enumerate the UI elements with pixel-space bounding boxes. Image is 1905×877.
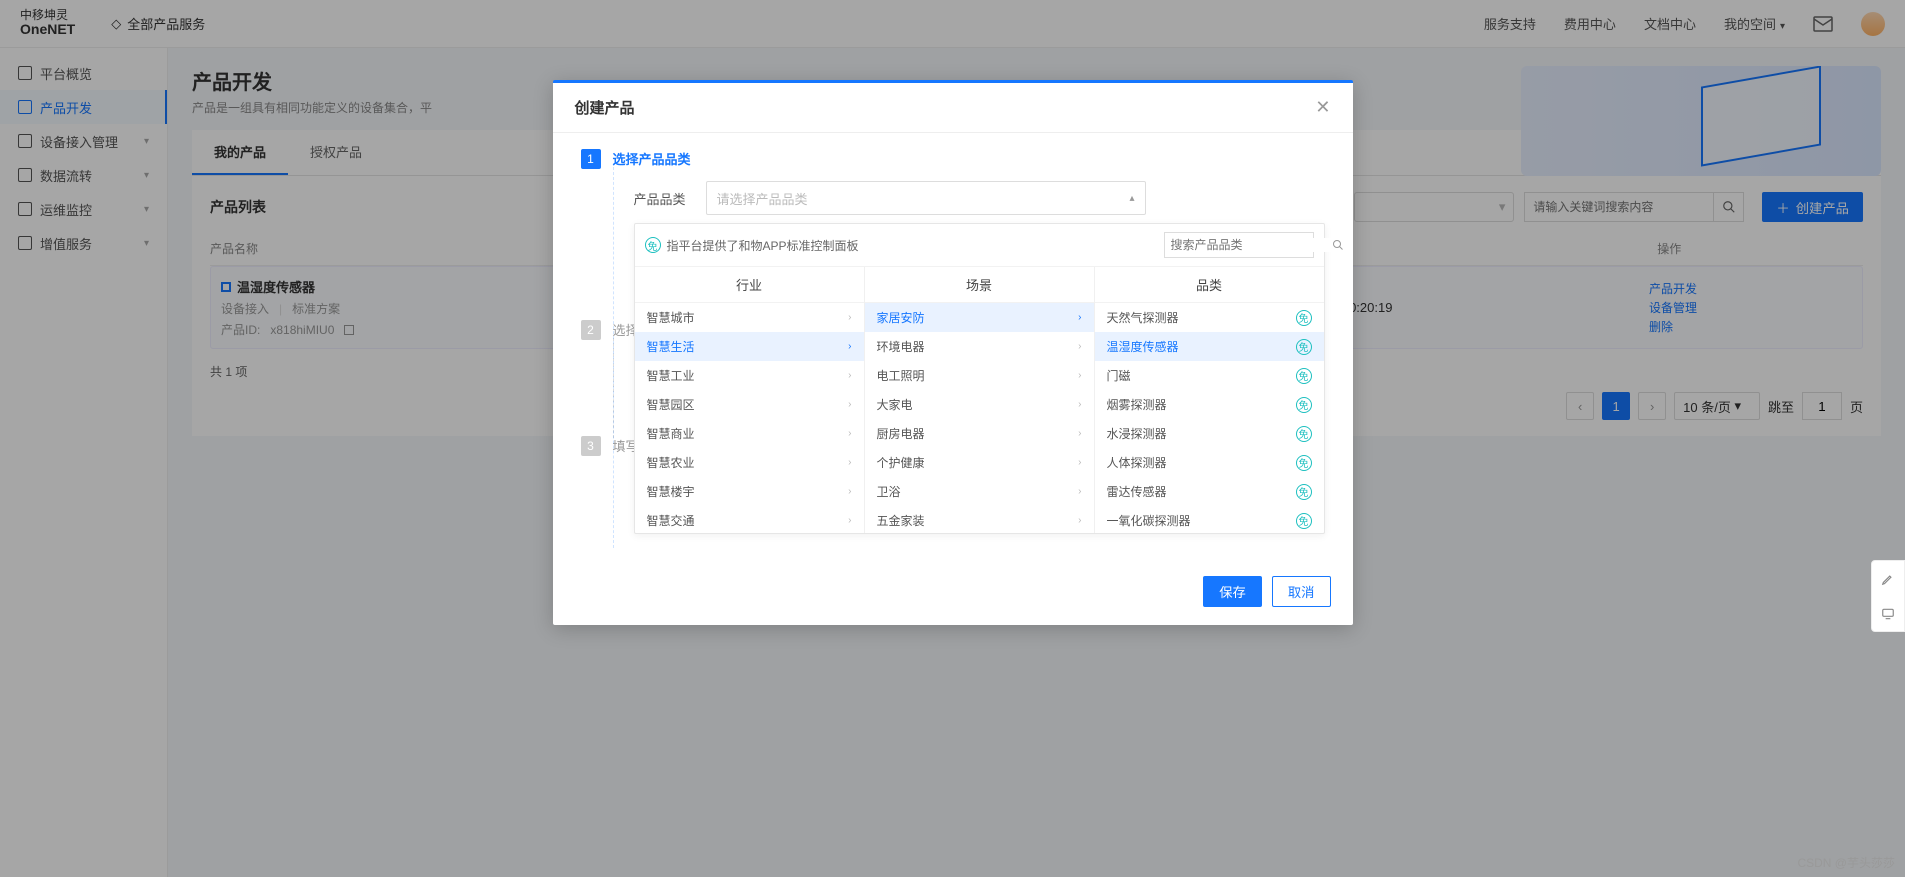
free-badge-icon: 免 bbox=[1296, 368, 1312, 384]
free-badge-icon: 免 bbox=[1296, 455, 1312, 471]
step-1-body: 产品品类 请选择产品品类 ▴ 免 指平台提供了和物APP标准控制面板 bbox=[613, 167, 1325, 548]
chevron-right-icon: › bbox=[1078, 457, 1081, 468]
free-badge-icon: 免 bbox=[1296, 513, 1312, 529]
col-head-scene: 场景 bbox=[865, 267, 1094, 303]
chevron-right-icon: › bbox=[848, 515, 851, 526]
caret-up-icon: ▴ bbox=[1129, 193, 1134, 204]
list-item[interactable]: 一氧化碳探测器免 bbox=[1095, 506, 1324, 533]
dropdown-search bbox=[1164, 232, 1314, 258]
list-item[interactable]: 智慧园区› bbox=[635, 390, 864, 419]
cancel-button[interactable]: 取消 bbox=[1272, 576, 1331, 607]
list-item[interactable]: 门磁免 bbox=[1095, 361, 1324, 390]
list-item[interactable]: 水浸探测器免 bbox=[1095, 419, 1324, 448]
dropdown-hint: 免 指平台提供了和物APP标准控制面板 bbox=[645, 237, 859, 254]
free-badge-icon: 免 bbox=[645, 237, 661, 253]
edit-icon[interactable] bbox=[1872, 561, 1904, 596]
list-item[interactable]: 烟雾探测器免 bbox=[1095, 390, 1324, 419]
col-head-industry: 行业 bbox=[635, 267, 864, 303]
category-select[interactable]: 请选择产品品类 ▴ bbox=[706, 181, 1146, 215]
step-1-badge: 1 bbox=[581, 149, 601, 169]
chevron-right-icon: › bbox=[1078, 515, 1081, 526]
list-item[interactable]: 大家电› bbox=[865, 390, 1094, 419]
dropdown-search-input[interactable] bbox=[1165, 238, 1332, 252]
list-item[interactable]: 智慧商业› bbox=[635, 419, 864, 448]
step-1: 1 选择产品品类 bbox=[581, 149, 1325, 169]
free-badge-icon: 免 bbox=[1296, 397, 1312, 413]
col-head-category: 品类 bbox=[1095, 267, 1324, 303]
free-badge-icon: 免 bbox=[1296, 310, 1312, 326]
chevron-right-icon: › bbox=[848, 486, 851, 497]
feedback-icon[interactable] bbox=[1872, 596, 1904, 631]
chevron-right-icon: › bbox=[1078, 428, 1081, 439]
modal-title: 创建产品 bbox=[575, 97, 635, 118]
list-item[interactable]: 智慧农业› bbox=[635, 448, 864, 477]
chevron-right-icon: › bbox=[1078, 341, 1081, 352]
search-icon[interactable] bbox=[1332, 239, 1344, 251]
list-item[interactable]: 家居安防› bbox=[865, 303, 1094, 332]
save-button[interactable]: 保存 bbox=[1203, 576, 1262, 607]
list-item[interactable]: 人体探测器免 bbox=[1095, 448, 1324, 477]
list-item[interactable]: 智慧工业› bbox=[635, 361, 864, 390]
industry-column: 行业 智慧城市›智慧生活›智慧工业›智慧园区›智慧商业›智慧农业›智慧楼宇›智慧… bbox=[635, 267, 865, 533]
select-placeholder: 请选择产品品类 bbox=[717, 189, 808, 208]
list-item[interactable]: 厨房电器› bbox=[865, 419, 1094, 448]
chevron-right-icon: › bbox=[848, 341, 851, 352]
list-item[interactable]: 智慧生活› bbox=[635, 332, 864, 361]
scene-column: 场景 家居安防›环境电器›电工照明›大家电›厨房电器›个护健康›卫浴›五金家装›… bbox=[865, 267, 1095, 533]
step-3-badge: 3 bbox=[581, 436, 601, 456]
create-product-modal: 创建产品 ✕ 1 选择产品品类 产品品类 请选择产品品类 ▴ 免 指平台提供了和… bbox=[553, 80, 1353, 625]
chevron-right-icon: › bbox=[1078, 370, 1081, 381]
chevron-right-icon: › bbox=[848, 457, 851, 468]
category-dropdown: 免 指平台提供了和物APP标准控制面板 行业 智慧城市›智慧生活›智慧工业›智慧… bbox=[634, 223, 1325, 534]
category-field-label: 产品品类 bbox=[634, 189, 694, 208]
free-badge-icon: 免 bbox=[1296, 339, 1312, 355]
step-1-label: 选择产品品类 bbox=[613, 149, 691, 169]
list-item[interactable]: 环境电器› bbox=[865, 332, 1094, 361]
chevron-right-icon: › bbox=[848, 428, 851, 439]
chevron-right-icon: › bbox=[1078, 312, 1081, 323]
watermark: CSDN @芋头莎莎 bbox=[1797, 854, 1895, 871]
chevron-right-icon: › bbox=[848, 312, 851, 323]
list-item[interactable]: 智慧楼宇› bbox=[635, 477, 864, 506]
free-badge-icon: 免 bbox=[1296, 484, 1312, 500]
list-item[interactable]: 雷达传感器免 bbox=[1095, 477, 1324, 506]
list-item[interactable]: 五金家装› bbox=[865, 506, 1094, 533]
free-badge-icon: 免 bbox=[1296, 426, 1312, 442]
category-column: 品类 天然气探测器免温湿度传感器免门磁免烟雾探测器免水浸探测器免人体探测器免雷达… bbox=[1095, 267, 1324, 533]
list-item[interactable]: 天然气探测器免 bbox=[1095, 303, 1324, 332]
chevron-right-icon: › bbox=[1078, 486, 1081, 497]
list-item[interactable]: 智慧交通› bbox=[635, 506, 864, 533]
chevron-right-icon: › bbox=[1078, 399, 1081, 410]
float-tools bbox=[1871, 560, 1905, 632]
list-item[interactable]: 智慧城市› bbox=[635, 303, 864, 332]
close-icon[interactable]: ✕ bbox=[1315, 97, 1330, 118]
step-2-badge: 2 bbox=[581, 320, 601, 340]
chevron-right-icon: › bbox=[848, 370, 851, 381]
list-item[interactable]: 卫浴› bbox=[865, 477, 1094, 506]
list-item[interactable]: 个护健康› bbox=[865, 448, 1094, 477]
chevron-right-icon: › bbox=[848, 399, 851, 410]
list-item[interactable]: 温湿度传感器免 bbox=[1095, 332, 1324, 361]
list-item[interactable]: 电工照明› bbox=[865, 361, 1094, 390]
